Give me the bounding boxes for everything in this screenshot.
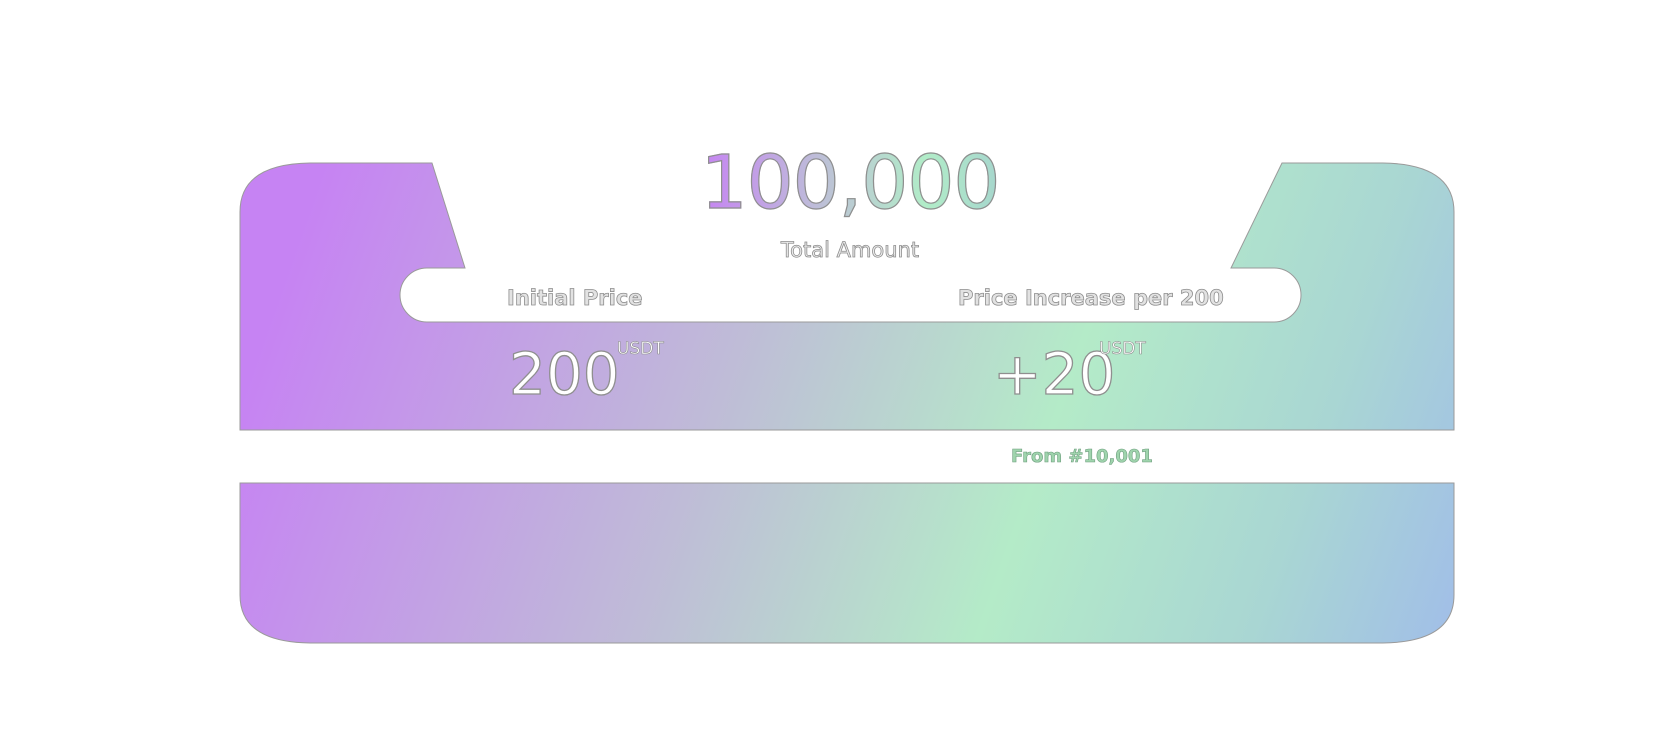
total-amount-label: Total Amount: [780, 238, 920, 263]
price-increase-unit: USDT: [1099, 339, 1146, 360]
initial-price-value: 200: [508, 340, 620, 408]
price-increase-label: Price Increase per 200: [958, 286, 1225, 311]
total-amount-value: 100,000: [700, 140, 1001, 226]
card-background: [239, 162, 1455, 644]
price-increase-start-note: From #10,001: [1011, 446, 1154, 468]
initial-price-unit: USDT: [617, 339, 664, 360]
initial-price-label: Initial Price: [507, 286, 643, 311]
card-bottom-shape: [239, 482, 1455, 644]
price-increase-value: +20: [992, 340, 1116, 408]
